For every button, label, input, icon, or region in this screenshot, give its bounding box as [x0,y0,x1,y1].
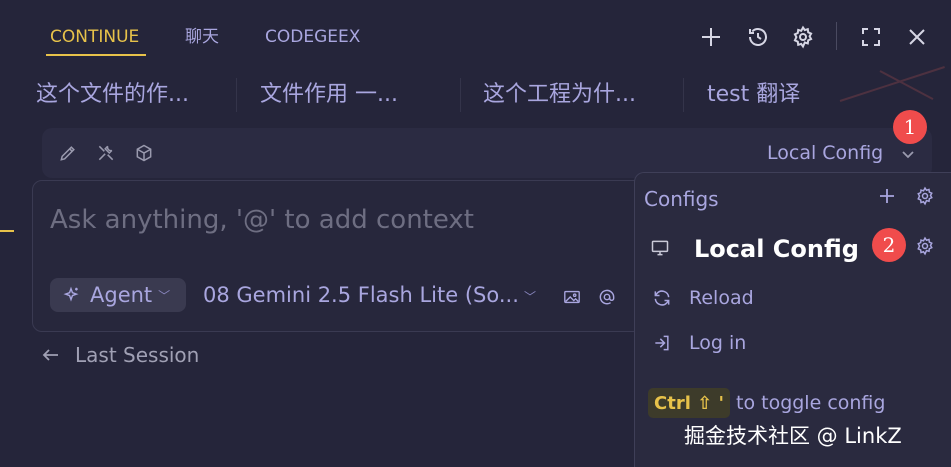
history-separator [236,78,237,112]
plus-icon [702,28,720,46]
chat-input-placeholder[interactable]: Ask anything, '@' to add context [50,203,474,237]
pencil-icon [60,146,75,161]
history-separator [460,78,461,112]
mode-selector[interactable]: Agent ﹀ [50,278,186,312]
gear-icon [917,186,933,206]
toolbar-divider [836,22,837,50]
history-item[interactable]: 文件作用 一... [260,80,398,110]
gear-icon [793,25,813,49]
tools-button[interactable] [94,141,118,165]
fullscreen-button[interactable] [856,22,886,52]
new-session-button[interactable] [696,22,726,52]
annotation-marker-1: 1 [893,110,927,144]
tab-continue[interactable]: CONTINUE [50,26,139,48]
annotation-marker-2: 2 [872,228,906,262]
last-session-link[interactable]: Last Session [75,342,199,368]
settings-button[interactable] [788,22,818,52]
login-icon [650,331,674,355]
config-settings-button[interactable] [913,234,937,258]
close-button[interactable] [902,22,932,52]
active-tab-indicator [46,54,146,56]
shortcut-hint: to toggle config [736,392,886,414]
mention-button[interactable] [596,286,618,308]
chevron-down-icon[interactable] [898,144,918,164]
mode-label: Agent [90,283,153,307]
add-config-button[interactable] [875,184,899,208]
configs-header: Configs [644,187,719,211]
history-item[interactable]: test 翻译 [707,80,800,110]
fullscreen-icon [862,28,880,46]
shortcut-keys: Ctrl ⇧ ' [648,388,730,418]
tools-icon [98,145,114,161]
history-separator [683,78,684,112]
login-item[interactable]: Log in [689,331,746,355]
edit-button[interactable] [56,141,80,165]
history-item[interactable]: 这个文件的作... [36,80,189,110]
editor-accent-line [0,230,14,232]
current-config-title[interactable]: Local Config [694,233,859,265]
tab-chat[interactable]: 聊天 [185,26,219,48]
image-icon [564,290,580,304]
history-icon [749,28,767,46]
monitor-icon [648,236,672,260]
history-item[interactable]: 这个工程为什... [483,80,636,110]
image-button[interactable] [561,286,583,308]
tab-codegeex[interactable]: CODEGEEX [265,26,360,48]
sparkle-icon [62,285,82,305]
gear-icon [917,236,933,256]
at-icon [599,289,615,305]
chevron-down-icon[interactable]: ﹀ [524,288,536,305]
watermark: 掘金技术社区 @ LinkZ [684,424,902,448]
plus-icon [880,189,894,203]
config-selector[interactable]: Local Config [767,141,883,165]
arrow-left-icon[interactable] [40,344,62,366]
context-button[interactable] [132,141,156,165]
history-button[interactable] [743,22,773,52]
configs-settings-button[interactable] [913,184,937,208]
chevron-down-icon: ﹀ [158,288,171,303]
reload-item[interactable]: Reload [689,286,754,310]
reload-icon [650,286,674,310]
model-selector[interactable]: 08 Gemini 2.5 Flash Lite (So... [203,282,519,308]
cube-icon [136,144,152,162]
close-icon [909,29,925,45]
